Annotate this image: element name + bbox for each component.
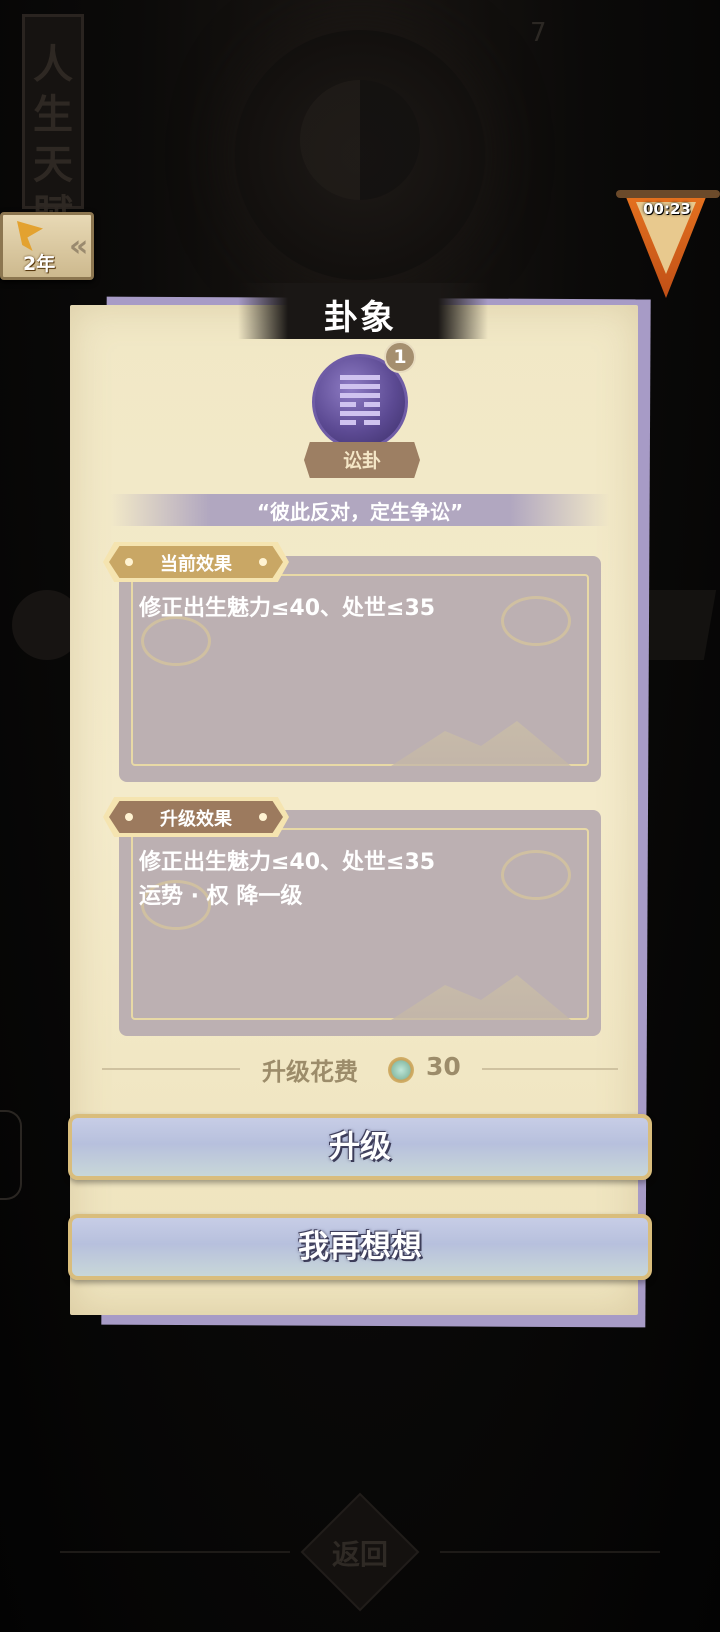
jade-coin-icon: [388, 1057, 414, 1083]
hexagram-line: [340, 402, 380, 407]
timer-value: 00:23: [643, 200, 691, 218]
upgrade-cost-value: 30: [426, 1052, 461, 1081]
upgrade-effect-tag: 升级效果: [103, 797, 289, 837]
hexagram-quote: “彼此反对，定生争讼”: [256, 500, 464, 524]
hexagram-icon: [340, 375, 380, 431]
dialog-title: 卦象: [324, 298, 396, 338]
cost-divider-right: [482, 1068, 618, 1070]
upgrade-effect-text: 修正出生魅力≤40、处世≤35 运势 · 权 降一级: [139, 846, 581, 914]
current-effect-tag-label: 当前效果: [160, 554, 232, 575]
reconsider-button[interactable]: 我再想想: [68, 1214, 652, 1280]
background-divider-right: [440, 1551, 660, 1553]
timer-pennant: 00:23: [616, 190, 720, 300]
flag-icon: [17, 221, 43, 251]
current-effect-panel: 修正出生魅力≤40、处世≤35: [119, 556, 601, 782]
year-label: 2年: [23, 253, 56, 275]
hexagram-line: [340, 393, 380, 398]
hexagram-line: [340, 384, 380, 389]
upgrade-effect-tag-label: 升级效果: [160, 809, 232, 830]
hexagram-line: [340, 411, 380, 416]
hexagram-line: [340, 420, 380, 425]
upgrade-effect-panel: 修正出生魅力≤40、处世≤35 运势 · 权 降一级: [119, 810, 601, 1036]
background-scroll-title: 人生天賦: [33, 41, 73, 238]
hexagram-level-badge: 1: [384, 341, 416, 373]
upgrade-cost-label: 升级花费: [262, 1058, 358, 1086]
pennant-pole: [616, 190, 720, 198]
year-badge[interactable]: 2年 «: [0, 212, 94, 280]
background-counter: 7: [530, 18, 547, 48]
upgrade-effect-line: 运势 · 权 降一级: [139, 884, 303, 909]
hexagram-line: [340, 375, 380, 380]
chevron-left-icon: «: [69, 229, 89, 264]
yinyang-icon: [300, 80, 420, 200]
upgrade-effect-line: 修正出生魅力≤40、处世≤35: [139, 850, 436, 875]
back-button-label: 返回: [331, 1538, 388, 1571]
background-side-handle: [0, 1110, 22, 1200]
current-effect-tag: 当前效果: [103, 542, 289, 582]
current-effect-line: 修正出生魅力≤40、处世≤35: [139, 596, 436, 621]
background-divider-left: [60, 1551, 290, 1553]
current-effect-text: 修正出生魅力≤40、处世≤35: [139, 592, 581, 626]
cost-divider-left: [102, 1068, 240, 1070]
upgrade-button[interactable]: 升级: [68, 1114, 652, 1180]
hexagram-name: 讼卦: [342, 450, 381, 472]
